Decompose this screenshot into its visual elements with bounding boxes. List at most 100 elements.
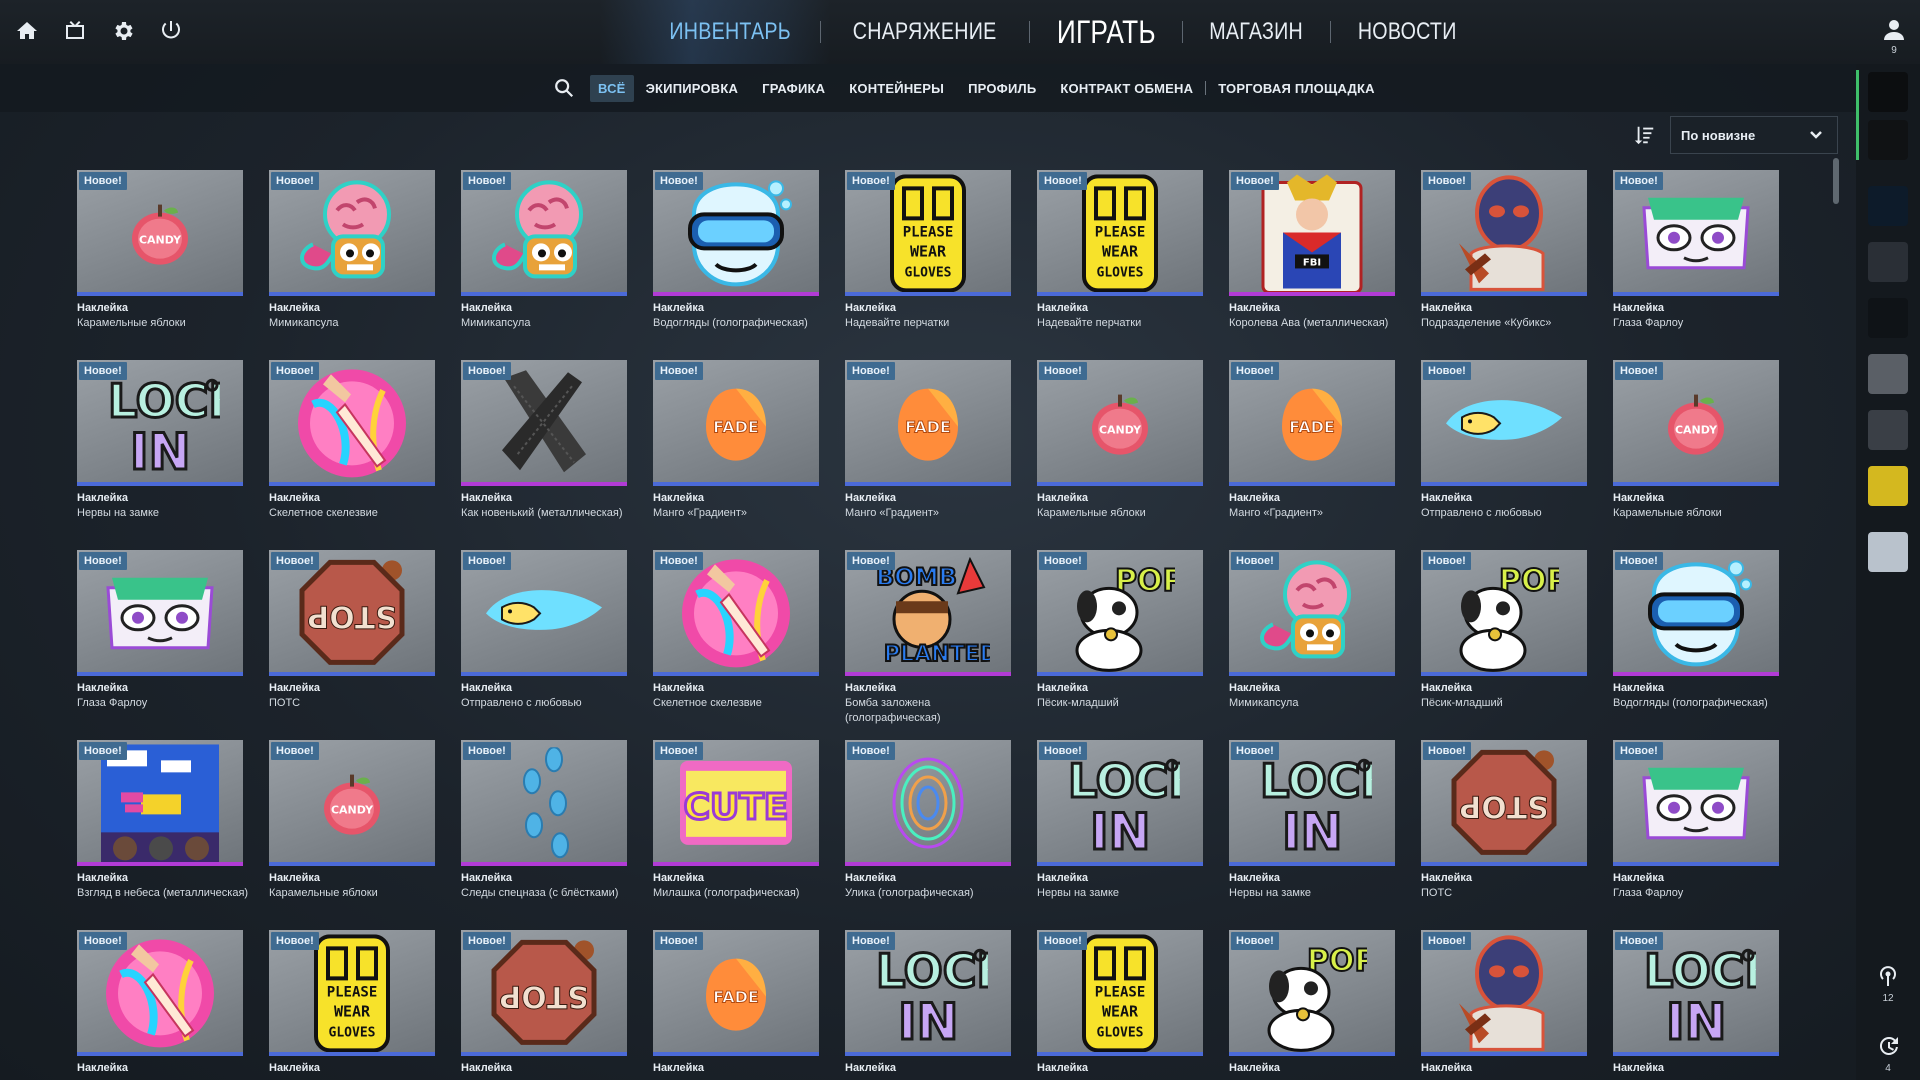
- tab-play[interactable]: ИГРАТЬ: [1043, 14, 1168, 51]
- inventory-item[interactable]: PLEASE WEAR GLOVES Новое! Наклейка: [269, 930, 435, 1080]
- filter-graphics[interactable]: ГРАФИКА: [750, 75, 837, 102]
- inventory-item[interactable]: Новое! Наклейка Мимикапсула: [461, 170, 627, 360]
- home-button[interactable]: [10, 14, 44, 48]
- friends-button[interactable]: 9: [1880, 18, 1908, 56]
- friend-avatar[interactable]: [1868, 186, 1908, 226]
- search-icon: [555, 79, 574, 98]
- inventory-item[interactable]: CANDY Новое! Наклейка Карамельные яблоки: [77, 170, 243, 360]
- inventory-item[interactable]: PLEASE WEAR GLOVES Новое! Наклейка Надевайте …: [845, 170, 1011, 360]
- inventory-item[interactable]: LOCKINНовое!НаклейкаНервы на замке: [1037, 740, 1203, 930]
- tab-inventory[interactable]: ИНВЕНТАРЬ: [656, 18, 804, 46]
- friend-avatar[interactable]: [1868, 298, 1908, 338]
- filter-profile[interactable]: ПРОФИЛЬ: [956, 75, 1048, 102]
- inventory-item[interactable]: STOP Новое! Наклейка ПОТС: [269, 550, 435, 740]
- new-badge: Новое!: [1039, 172, 1087, 190]
- broadcast-button[interactable]: 12: [1856, 964, 1920, 1004]
- item-type: Наклейка: [1229, 682, 1281, 694]
- inventory-item[interactable]: Новое! Наклейка: [77, 930, 243, 1080]
- settings-button[interactable]: [106, 14, 140, 48]
- friend-avatar[interactable]: [1868, 72, 1908, 112]
- inventory-item[interactable]: Новое! Наклейка Глаза Фарлоу: [77, 550, 243, 740]
- inventory-item[interactable]: Новое! Наклейка Глаза Фарлоу: [1613, 170, 1779, 360]
- new-badge: Новое!: [1615, 172, 1663, 190]
- inventory-item[interactable]: STOP Новое! Наклейка: [461, 930, 627, 1080]
- sticker-image: FADE: [702, 383, 770, 463]
- sticker-image: STOP: [1448, 744, 1560, 862]
- sticker-image: LOCKIN: [1060, 747, 1181, 860]
- filter-all[interactable]: ВСЁ: [590, 74, 634, 102]
- inventory-item[interactable]: PLEASE WEAR GLOVES Новое! Наклейка: [1037, 930, 1203, 1080]
- inventory-item[interactable]: Новое! Наклейка Глаза Фарлоу: [1613, 740, 1779, 930]
- inventory-item[interactable]: FADE Новое! Наклейка Манго «Градиент»: [653, 360, 819, 550]
- tv-button[interactable]: [58, 14, 92, 48]
- inventory-item[interactable]: STOP Новое! Наклейка ПОТС: [1421, 740, 1587, 930]
- inventory-item[interactable]: BOMB PLANTED Новое! Наклейка Бомба заложена …: [845, 550, 1011, 740]
- inventory-item[interactable]: Новое! Наклейка Скелетное скелезвие: [269, 360, 435, 550]
- inventory-item[interactable]: Новое! Наклейка Взгляд в небеса (металличе…: [77, 740, 248, 930]
- inventory-item[interactable]: Новое! Наклейка Скелетное скелезвие: [653, 550, 819, 740]
- sort-order-button[interactable]: [1634, 124, 1656, 146]
- inventory-item[interactable]: PLEASE WEAR GLOVES Новое! Наклейка Надевайте …: [1037, 170, 1203, 360]
- item-type: Наклейка: [1421, 872, 1473, 884]
- inventory-item[interactable]: Новое! Наклейка Как новенький (металлическ…: [461, 360, 627, 550]
- sort-dropdown[interactable]: По новизне: [1670, 116, 1838, 154]
- sticker-image: [1634, 188, 1758, 278]
- history-button[interactable]: 4: [1856, 1034, 1920, 1074]
- inventory-item[interactable]: POPНовое! Наклейка Пёсик-младший: [1037, 550, 1203, 740]
- inventory-item[interactable]: FBI Новое! Наклейка Королева Ава (металличе…: [1229, 170, 1395, 360]
- tab-loadout[interactable]: СНАРЯЖЕНИЕ: [840, 18, 1010, 46]
- item-thumbnail: Новое!: [77, 930, 243, 1056]
- tab-store[interactable]: МАГАЗИН: [1196, 18, 1316, 46]
- inventory-item[interactable]: Новое! Наклейка: [1421, 930, 1587, 1080]
- inventory-item[interactable]: Новое! Наклейка Улика (голографическая): [845, 740, 1011, 930]
- new-badge: Новое!: [1039, 932, 1087, 950]
- item-name: Улика (голографическая): [845, 887, 974, 899]
- inventory-item[interactable]: Новое! Наклейка Мимикапсула: [1229, 550, 1395, 740]
- inventory-item[interactable]: CANDY Новое! Наклейка Карамельные яблоки: [1037, 360, 1203, 550]
- inventory-item[interactable]: CANDY Новое! Наклейка Карамельные яблоки: [1613, 360, 1779, 550]
- friend-avatar[interactable]: [1868, 532, 1908, 572]
- inventory-item[interactable]: Новое! Наклейка Следы спецназа (с блёсткам…: [461, 740, 627, 930]
- inventory-item[interactable]: FADE Новое! Наклейка: [653, 930, 819, 1080]
- inventory-item[interactable]: LOCKINНовое!НаклейкаНервы на замке: [1229, 740, 1395, 930]
- inventory-item[interactable]: LOCKINНовое!НаклейкаНервы на замке: [77, 360, 243, 550]
- inventory-item[interactable]: Новое! Наклейка Отправлено с любовью: [1421, 360, 1587, 550]
- search-button[interactable]: [550, 74, 578, 102]
- item-type: Наклейка: [461, 492, 513, 504]
- tab-news[interactable]: НОВОСТИ: [1344, 18, 1469, 46]
- friend-avatar[interactable]: [1868, 466, 1908, 506]
- inventory-scrollbar[interactable]: [1833, 158, 1839, 204]
- inventory-item[interactable]: POPНовое! Наклейка Пёсик-младший: [1421, 550, 1587, 740]
- inventory-item[interactable]: CANDY Новое! Наклейка Карамельные яблоки: [269, 740, 435, 930]
- inventory-item[interactable]: Новое! Наклейка Мимикапсула: [269, 170, 435, 360]
- inventory-item[interactable]: CUTE Новое! Наклейка Милашка (голографическ…: [653, 740, 819, 930]
- sticker-image: [98, 568, 222, 658]
- item-name: Следы спецназа (с блёстками): [461, 887, 619, 899]
- svg-text:STOP: STOP: [1459, 788, 1549, 823]
- inventory-item[interactable]: Новое! Наклейка Отправлено с любовью: [461, 550, 627, 740]
- item-thumbnail: Новое!: [461, 550, 627, 676]
- inventory-item[interactable]: FADE Новое! Наклейка Манго «Градиент»: [1229, 360, 1395, 550]
- inventory-item[interactable]: Новое! Наклейка Водогляды (голографическая…: [1613, 550, 1779, 740]
- inventory-item[interactable]: LOCKINНовое!Наклейка: [845, 930, 1011, 1080]
- power-button[interactable]: [154, 14, 188, 48]
- inventory-item[interactable]: FADE Новое! Наклейка Манго «Градиент»: [845, 360, 1011, 550]
- inventory-item[interactable]: Новое! Наклейка Водогляды (голографическая…: [653, 170, 819, 360]
- friend-avatar[interactable]: [1868, 410, 1908, 450]
- friend-avatar[interactable]: [1868, 354, 1908, 394]
- svg-text:IN: IN: [1666, 993, 1726, 1049]
- sticker-image: [1451, 173, 1557, 292]
- filter-equipment[interactable]: ЭКИПИРОВКА: [634, 75, 751, 102]
- sticker-image: POP: [1449, 554, 1559, 672]
- filter-trade-up[interactable]: КОНТРАКТ ОБМЕНА: [1048, 75, 1205, 102]
- inventory-item[interactable]: POPНовое! Наклейка: [1229, 930, 1395, 1080]
- item-name: Скелетное скелезвие: [269, 507, 378, 519]
- inventory-item[interactable]: Новое! Наклейка Подразделение «Кубикс»: [1421, 170, 1587, 360]
- friend-avatar[interactable]: [1868, 120, 1908, 160]
- filter-marketplace[interactable]: ТОРГОВАЯ ПЛОЩАДКА: [1206, 75, 1386, 102]
- filter-containers[interactable]: КОНТЕЙНЕРЫ: [837, 75, 956, 102]
- inventory-item[interactable]: LOCKINНовое!Наклейка: [1613, 930, 1779, 1080]
- friend-avatar[interactable]: [1868, 242, 1908, 282]
- item-name: Подразделение «Кубикс»: [1421, 317, 1552, 329]
- sticker-image: CANDY: [1080, 383, 1160, 463]
